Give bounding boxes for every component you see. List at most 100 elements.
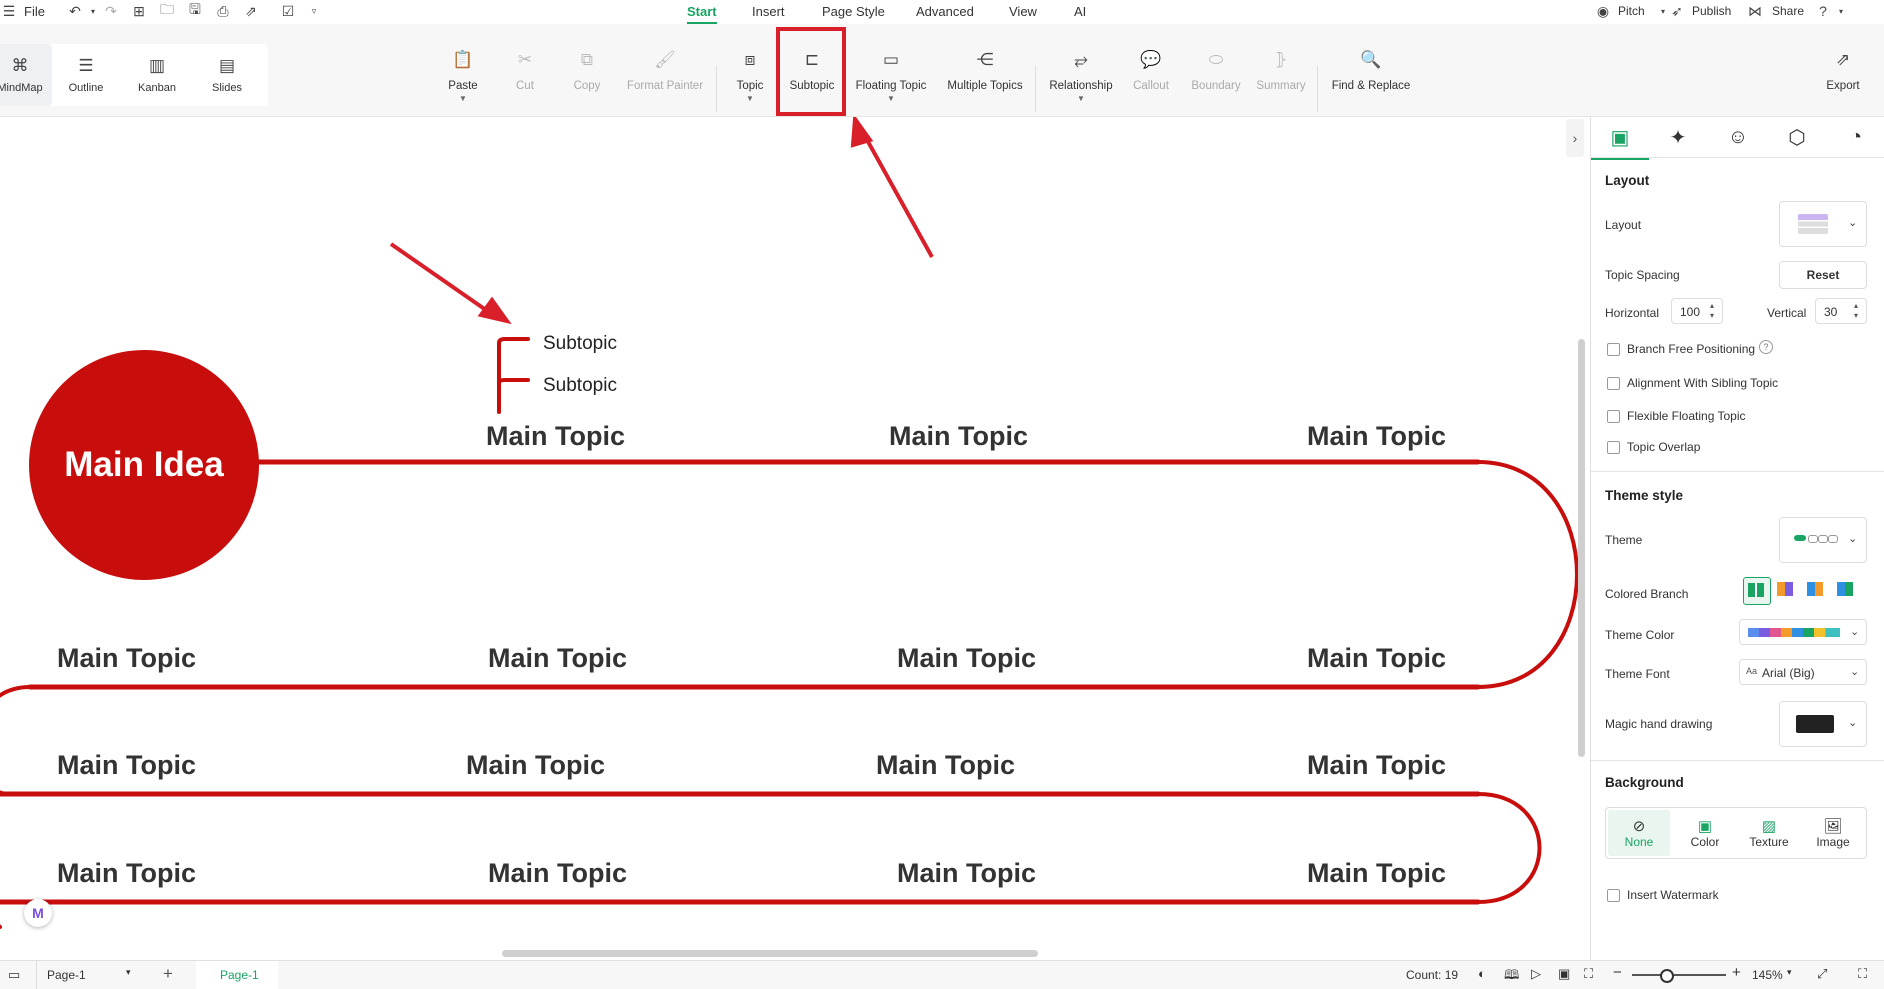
theme-toggle-icon[interactable]: ◐ [1478, 966, 1486, 981]
background-texture-option[interactable]: ▨ Texture [1738, 810, 1800, 856]
topic-dropdown-icon[interactable]: ▼ [746, 94, 754, 103]
help-circle-icon[interactable]: ? [1759, 340, 1773, 354]
style-tab-icon[interactable]: ▣ [1591, 117, 1649, 160]
chevron-down-icon[interactable]: ▾ [126, 967, 131, 978]
view-outline-button[interactable]: ☰ Outline [54, 44, 118, 106]
zoom-slider[interactable] [1632, 969, 1726, 983]
background-image-option[interactable]: 🖼 Image [1802, 810, 1864, 856]
copy-button[interactable]: ⧉ Copy [571, 46, 603, 122]
page-select[interactable]: Page-1 [47, 968, 86, 982]
book-icon[interactable]: 🕮 [1504, 966, 1519, 988]
view-slides-button[interactable]: ▤ Slides [195, 44, 259, 106]
floating-topic-dropdown-icon[interactable]: ▼ [887, 94, 895, 103]
mark-tab-icon[interactable]: ☺ [1709, 117, 1767, 157]
chevron-down-icon[interactable]: ▾ [1787, 967, 1792, 978]
horizontal-scrollbar[interactable] [502, 950, 1038, 957]
main-topic-node[interactable]: Main Topic [1307, 858, 1446, 889]
cut-button[interactable]: ✂ Cut [511, 46, 539, 122]
subtopic-node[interactable]: Subtopic [543, 333, 617, 355]
pitch-button[interactable]: Pitch [1618, 4, 1645, 18]
ai-sparkle-tab-icon[interactable]: ✦ [1649, 117, 1707, 157]
fit-screen-icon[interactable]: ⤢ [1817, 966, 1827, 982]
main-topic-node[interactable]: Main Topic [486, 421, 625, 452]
relationship-button[interactable]: ⥂ Relationship ▼ [1048, 46, 1114, 122]
share-button[interactable]: Share [1772, 4, 1804, 18]
play-icon[interactable]: ▷ [1531, 966, 1541, 982]
theme-tab-icon[interactable]: ⬡ [1768, 117, 1826, 157]
vertical-spacing-input[interactable]: 30 ▴ ▾ [1815, 298, 1867, 324]
theme-select[interactable]: ⌄ [1779, 517, 1867, 563]
alignment-sibling-checkbox[interactable] [1607, 377, 1620, 390]
print-icon[interactable]: ⎙ [214, 2, 232, 20]
main-idea-node[interactable]: Main Idea [29, 350, 259, 580]
mindmap-canvas[interactable]: Main Idea Subtopic Subtopic Main Topic M… [0, 117, 1588, 960]
colored-branch-option-3[interactable] [1803, 577, 1829, 603]
save-icon[interactable]: 🖫 [186, 1, 204, 20]
export-icon[interactable]: ⇗ [242, 2, 260, 20]
main-topic-node[interactable]: Main Topic [897, 858, 1036, 889]
zoom-level[interactable]: 145% [1752, 968, 1783, 982]
tab-view[interactable]: View [1009, 4, 1037, 19]
ai-assistant-icon[interactable]: M [24, 899, 52, 927]
view-kanban-button[interactable]: ▥ Kanban [125, 44, 189, 106]
redo-icon[interactable]: ↷ [102, 2, 120, 20]
layout-select[interactable]: ⌄ [1779, 201, 1867, 247]
main-topic-node[interactable]: Main Topic [889, 421, 1028, 452]
paste-dropdown-icon[interactable]: ▼ [459, 94, 467, 103]
relationship-dropdown-icon[interactable]: ▼ [1077, 94, 1085, 103]
main-topic-node[interactable]: Main Topic [57, 750, 196, 781]
tab-insert[interactable]: Insert [752, 4, 785, 19]
page-list-icon[interactable]: ▭ [8, 967, 20, 983]
stepper-icon[interactable]: ▴ ▾ [1710, 301, 1714, 321]
multiple-topics-button[interactable]: ⋲ Multiple Topics [944, 46, 1026, 122]
theme-color-select[interactable]: ⌄ [1739, 619, 1867, 645]
main-topic-node[interactable]: Main Topic [466, 750, 605, 781]
collapse-panel-chevron-icon[interactable]: › [1566, 119, 1584, 157]
more-dropdown-icon[interactable]: ▿ [305, 2, 323, 20]
boundary-button[interactable]: ⬭ Boundary [1191, 46, 1241, 122]
tab-page-style[interactable]: Page Style [822, 4, 885, 19]
page-tab[interactable]: Page-1 [196, 961, 278, 989]
export-button[interactable]: ⇗ Export [1824, 46, 1862, 122]
add-page-icon[interactable]: + [163, 964, 173, 984]
publish-button[interactable]: Publish [1692, 4, 1731, 18]
colored-branch-option-4[interactable] [1833, 577, 1859, 603]
fullscreen-icon[interactable]: ⛶ [1584, 966, 1593, 982]
background-none-option[interactable]: ⊘ None [1608, 810, 1670, 856]
main-topic-node[interactable]: Main Topic [488, 643, 627, 674]
main-topic-node[interactable]: Main Topic [1307, 643, 1446, 674]
tab-ai[interactable]: AI [1074, 4, 1086, 19]
colored-branch-option-1[interactable] [1743, 577, 1771, 605]
magic-hand-select[interactable]: ⌄ [1779, 701, 1867, 747]
help-dropdown-icon[interactable]: ▾ [1832, 2, 1850, 20]
hamburger-icon[interactable]: ☰ [0, 2, 18, 20]
open-folder-icon[interactable]: 🗀 [158, 1, 176, 20]
zoom-in-icon[interactable]: + [1732, 964, 1741, 981]
horizontal-spacing-input[interactable]: 100 ▴ ▾ [1671, 298, 1723, 324]
fit-page-icon[interactable]: ▣ [1558, 966, 1570, 982]
colored-branch-option-2[interactable] [1773, 577, 1799, 603]
summary-button[interactable]: ⦄ Summary [1256, 46, 1305, 122]
main-topic-node[interactable]: Main Topic [876, 750, 1015, 781]
undo-dropdown-icon[interactable]: ▾ [84, 2, 102, 20]
zoom-out-icon[interactable]: − [1613, 964, 1622, 981]
checklist-icon[interactable]: ☑ [279, 2, 297, 20]
tab-advanced[interactable]: Advanced [916, 4, 974, 19]
reset-spacing-button[interactable]: Reset [1779, 261, 1867, 289]
topic-overlap-checkbox[interactable] [1607, 441, 1620, 454]
tab-start[interactable]: Start [687, 4, 717, 24]
branch-free-positioning-checkbox[interactable] [1607, 343, 1620, 356]
help-icon[interactable]: ? [1814, 2, 1832, 20]
topic-button[interactable]: ⧈ Topic ▼ [733, 46, 767, 122]
callout-button[interactable]: 💬 Callout [1133, 46, 1169, 122]
vertical-scrollbar[interactable] [1578, 339, 1585, 757]
file-menu[interactable]: File [24, 4, 45, 19]
background-color-option[interactable]: ▣ Color [1674, 810, 1736, 856]
undo-icon[interactable]: ↶ [66, 2, 84, 20]
find-replace-button[interactable]: 🔍 Find & Replace [1331, 46, 1411, 122]
history-tab-icon[interactable]: ◔ [1827, 117, 1884, 157]
main-topic-node[interactable]: Main Topic [488, 858, 627, 889]
floating-topic-button[interactable]: ▭ Floating Topic ▼ [853, 46, 929, 122]
zoom-slider-handle[interactable] [1660, 969, 1674, 983]
format-painter-button[interactable]: 🖌 Format Painter [624, 46, 706, 122]
